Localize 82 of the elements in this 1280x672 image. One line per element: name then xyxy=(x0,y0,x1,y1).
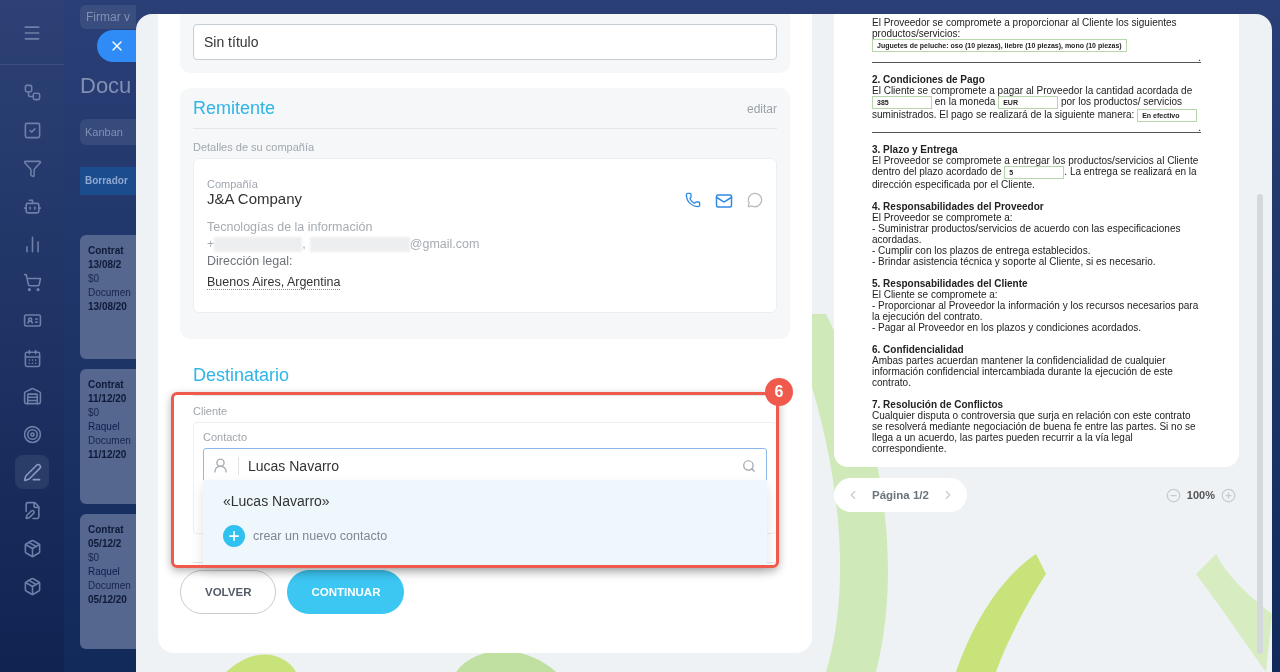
document-paragraph: - Pagar al Proveedor en los plazos y condiciones acordados. xyxy=(872,322,1143,333)
title-field[interactable]: Sin título xyxy=(193,24,777,60)
card-label: Documen xyxy=(88,435,131,446)
field-label: Cliente xyxy=(193,405,229,417)
card-date: 11/12/20 xyxy=(88,393,127,404)
card-label: Documen xyxy=(88,580,131,591)
card-title: Contrat xyxy=(88,524,124,535)
document-heading: 2. Condiciones de Pago xyxy=(872,74,985,85)
warehouse-icon xyxy=(22,386,42,406)
user-icon xyxy=(212,457,229,474)
chat-icon[interactable] xyxy=(747,192,763,208)
document-paragraph: El Proveedor se compromete a: xyxy=(872,212,1013,223)
card-date: 13/08/20 xyxy=(88,301,127,312)
calendar-icon xyxy=(22,348,42,368)
section-title: Remitente xyxy=(193,98,276,119)
separator-text: , xyxy=(302,236,306,253)
plus-icon xyxy=(223,525,245,547)
view-button[interactable]: Kanban xyxy=(80,119,136,145)
phone-icon[interactable] xyxy=(685,192,701,208)
document-heading: 3. Plazo y Entrega xyxy=(872,144,958,155)
field-label: Detalles de su compañía xyxy=(193,141,316,153)
card-amount: $0 xyxy=(88,273,100,284)
document-heading: 7. Resolución de Conflictos xyxy=(872,399,1005,410)
step-badge: 6 xyxy=(765,378,793,406)
document-paragraph: El Cliente se compromete a: xyxy=(872,289,998,300)
document-paragraph: - Cumplir con los plazos de entrega establecidos. xyxy=(872,245,1091,256)
industry-text: Tecnologías de la información xyxy=(207,219,374,236)
checkbox-icon xyxy=(22,120,42,140)
company-name: J&A Company xyxy=(207,190,304,207)
document-edit-icon xyxy=(22,500,42,520)
card-date: 05/12/20 xyxy=(88,594,127,605)
deal-card[interactable]: Contrat 11/12/20 $0 Raquel Documen 11/12/20 xyxy=(80,369,136,504)
card-person: Raquel xyxy=(88,566,120,577)
continue-button[interactable]: CONTINUAR xyxy=(287,570,405,614)
sidebar-item[interactable] xyxy=(15,455,49,489)
network-icon xyxy=(22,82,42,102)
target-icon xyxy=(22,424,42,444)
suggestion-item[interactable]: «Lucas Navarro» xyxy=(223,493,767,509)
page-indicator: Página 1/2 xyxy=(872,489,929,501)
page-title: Docu xyxy=(80,73,132,99)
document-paragraph: Cualquier disputa o controversia que surja en relación con este contrato se resolverá mediante negociación de buena fe entre las partes. Si no se llega a un acuerdo, las partes pueden recurrir a la vía legal correspondiente. xyxy=(872,410,1197,454)
document-paragraph: Ambas partes acuerdan mantener la confidencialidad de cualquier información confidencial intercambiada durante la ejecución de este contrato. xyxy=(872,355,1174,388)
field-label: Contacto xyxy=(203,431,249,443)
card-label: Documen xyxy=(88,287,131,298)
document-paragraph: - Suministrar productos/servicios de acuerdo con las especificaciones acordadas. xyxy=(872,223,1182,245)
document-heading: 5. Responsabilidades del Cliente xyxy=(872,278,1029,289)
card-amount: $0 xyxy=(88,407,100,418)
document-heading: 4. Responsabilidades del Proveedor xyxy=(872,201,1045,212)
section-title: Destinatario xyxy=(193,365,291,386)
card-date: 13/08/2 xyxy=(88,259,122,270)
search-field[interactable]: Firmar v xyxy=(80,5,136,29)
edit-link[interactable]: editar xyxy=(746,101,777,116)
address-link[interactable]: Buenos Aires, Argentina xyxy=(207,275,341,290)
search-icon[interactable] xyxy=(742,458,756,473)
pen-icon xyxy=(22,462,42,482)
back-button[interactable]: VOLVER xyxy=(180,570,277,614)
card-person: Raquel xyxy=(88,421,120,432)
field-label: Compañía xyxy=(207,178,259,190)
document-heading: 6. Confidencialidad xyxy=(872,344,965,355)
card-title: Contrat xyxy=(88,245,124,256)
column-header: Borrador xyxy=(80,167,136,195)
close-button[interactable] xyxy=(97,30,136,62)
mail-icon[interactable] xyxy=(715,192,733,210)
card-amount: $0 xyxy=(88,552,100,563)
decorative-swoosh xyxy=(226,654,296,672)
address-label: Dirección legal: xyxy=(207,253,294,270)
card-date: 11/12/20 xyxy=(88,449,127,460)
cart-icon xyxy=(22,272,42,292)
phone-prefix: + xyxy=(207,236,215,253)
filter-icon xyxy=(22,158,42,178)
card-date: 05/12/2 xyxy=(88,538,122,549)
deal-card[interactable]: Contrat 13/08/2 $0 Documen 13/08/20 xyxy=(80,235,136,359)
document-paragraph: - Proporcionar al Proveedor la información y los recursos necesarios para la ejecución del contrato. xyxy=(872,300,1200,322)
email-text: @gmail.com xyxy=(409,236,480,253)
package-icon xyxy=(22,576,42,596)
package-icon xyxy=(22,538,42,558)
zoom-level: 100% xyxy=(1186,489,1215,501)
deal-card[interactable]: Contrat 05/12/2 $0 Raquel Documen 05/12/20 xyxy=(80,514,136,649)
create-contact-item[interactable]: crear un nuevo contacto xyxy=(223,525,767,547)
robot-icon xyxy=(22,196,42,216)
document-paragraph: - Brindar asistencia técnica y soporte al Cliente, si es necesario. xyxy=(872,256,1157,267)
card-title: Contrat xyxy=(88,379,124,390)
